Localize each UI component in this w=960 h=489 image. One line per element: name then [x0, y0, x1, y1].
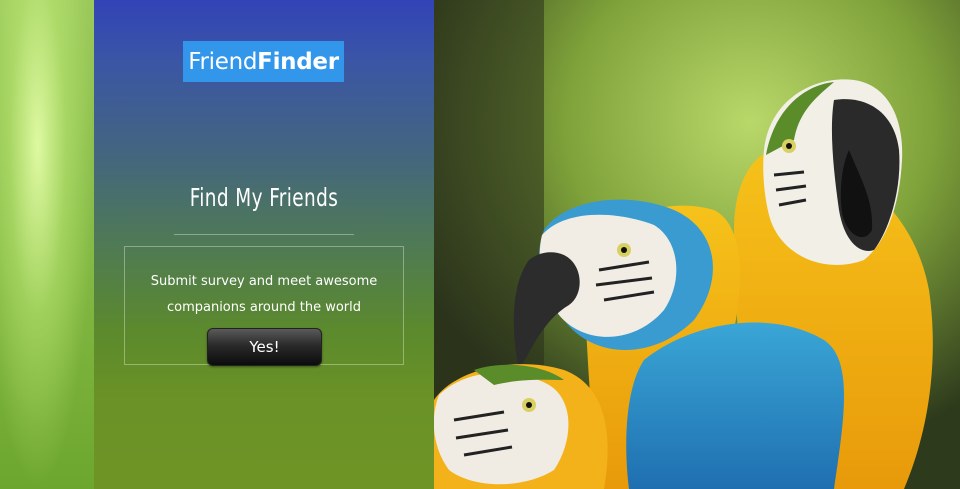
description-line-2: companions around the world — [166, 300, 362, 315]
hero-title: Find My Friends — [189, 183, 339, 212]
hero-panel: Friend Finder Find My Friends Submit surv… — [94, 0, 434, 489]
description-line-1: Submit survey and meet awesome — [150, 274, 378, 289]
brand-logo[interactable]: Friend Finder — [183, 41, 344, 82]
title-divider — [174, 234, 354, 235]
background-image-left — [0, 0, 94, 489]
logo-text-light: Friend — [188, 48, 258, 75]
parrots-illustration — [434, 0, 960, 489]
survey-description: Submit survey and meet awesome companion… — [125, 269, 403, 321]
parrots-photo — [434, 0, 960, 489]
survey-box: Submit survey and meet awesome companion… — [124, 246, 404, 366]
logo-text-bold: Finder — [257, 48, 339, 75]
yes-button[interactable]: Yes! — [207, 328, 322, 366]
